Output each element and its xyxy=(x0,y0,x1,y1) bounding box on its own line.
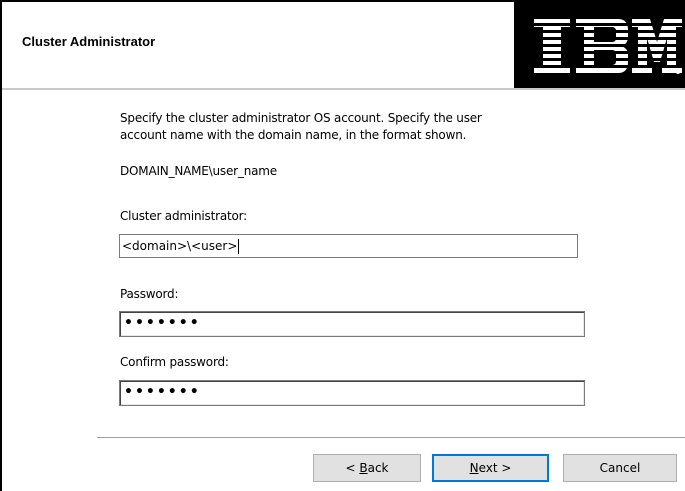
back-button-prefix: < xyxy=(345,461,360,475)
cluster-admin-input[interactable]: <domain>\<user> xyxy=(119,234,578,258)
intro-text-line-1: Specify the cluster administrator OS acc… xyxy=(120,111,482,125)
dialog-header: Cluster Administrator xyxy=(0,0,685,90)
back-button[interactable]: < Back xyxy=(313,454,421,482)
cluster-admin-label: Cluster administrator: xyxy=(120,209,247,223)
password-label: Password: xyxy=(120,287,179,301)
password-input[interactable]: ••••••• xyxy=(119,311,585,337)
format-example: DOMAIN_NAME\user_name xyxy=(120,164,277,178)
next-button-suffix: ext > xyxy=(478,461,512,475)
footer-divider xyxy=(97,437,685,438)
dialog-title: Cluster Administrator xyxy=(22,34,156,49)
back-button-suffix: ack xyxy=(367,461,389,475)
confirm-password-label: Confirm password: xyxy=(120,355,229,369)
next-button[interactable]: Next > xyxy=(432,454,549,482)
ibm-logo-icon xyxy=(534,19,682,74)
confirm-password-value: ••••••• xyxy=(124,384,201,400)
dialog-left-border xyxy=(0,88,2,491)
password-value: ••••••• xyxy=(124,315,201,331)
cancel-button[interactable]: Cancel xyxy=(563,454,677,482)
back-button-mnemonic: B xyxy=(359,461,368,475)
installer-dialog: Cluster Administrator Specify the cluste… xyxy=(0,0,685,491)
header-divider xyxy=(0,88,685,90)
text-cursor xyxy=(238,239,240,254)
cluster-admin-value: <domain>\<user> xyxy=(122,239,238,253)
next-button-mnemonic: N xyxy=(469,461,479,475)
confirm-password-input[interactable]: ••••••• xyxy=(119,380,585,406)
ibm-logo xyxy=(514,2,685,90)
intro-text-line-2: account name with the domain name, in th… xyxy=(120,128,467,142)
